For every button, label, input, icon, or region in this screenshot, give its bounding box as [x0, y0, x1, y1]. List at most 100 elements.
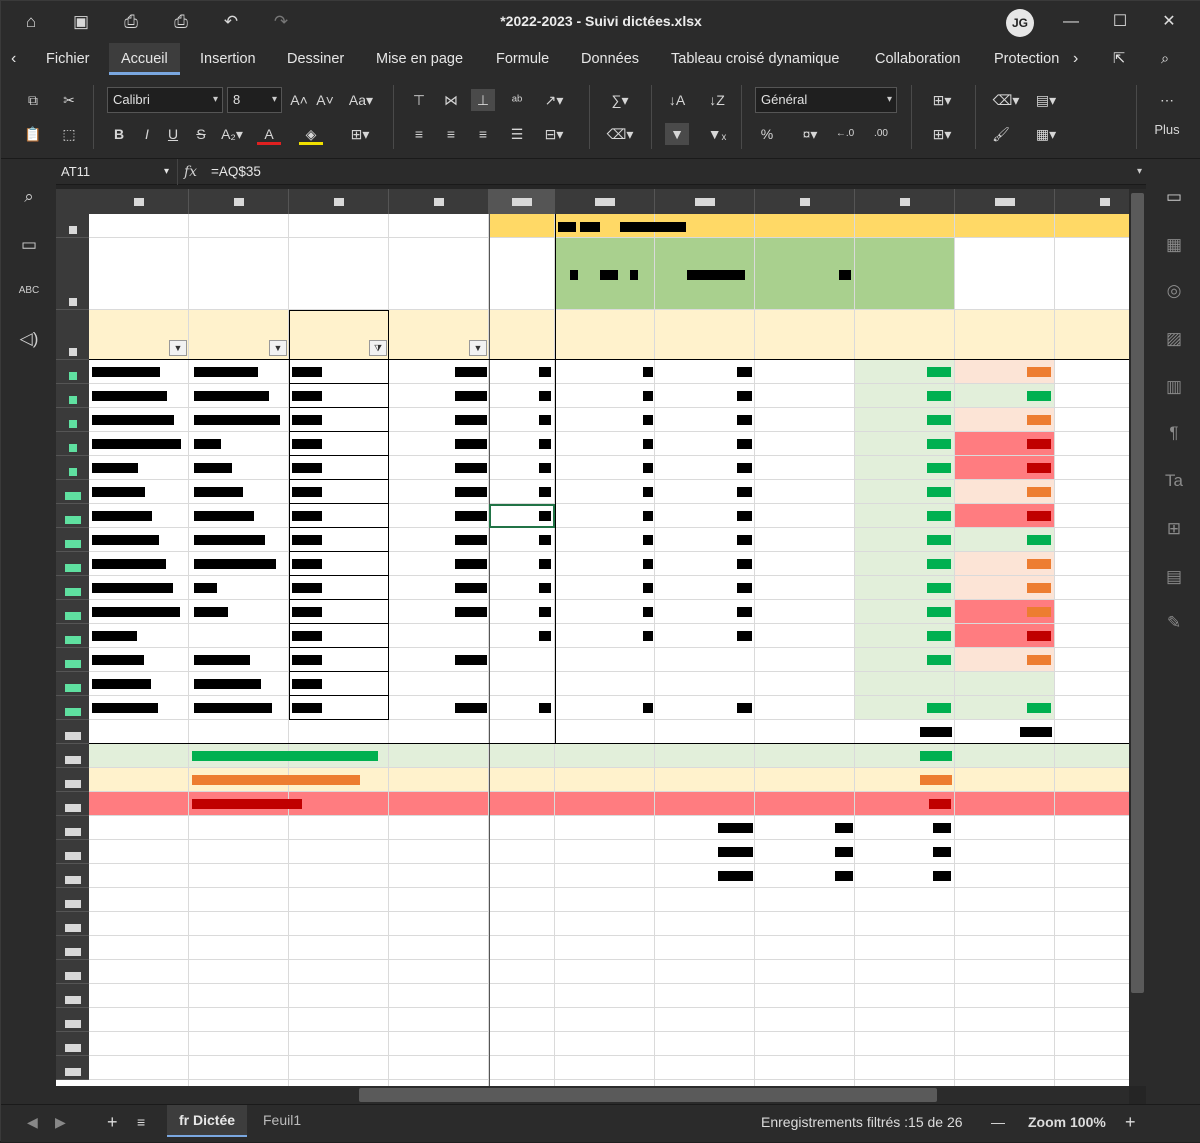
spreadsheet-grid[interactable]: ▼ ▼ ⧩ ▼: [56, 189, 1129, 1086]
chart-icon[interactable]: ▥: [1162, 375, 1186, 399]
search-icon[interactable]: ⌕: [1161, 43, 1169, 75]
font-size-select[interactable]: 8 ▾: [227, 87, 282, 113]
row-header[interactable]: [56, 672, 89, 696]
number-format-select[interactable]: Général ▾: [755, 87, 897, 113]
row-header[interactable]: [56, 744, 89, 768]
row-header[interactable]: [56, 624, 89, 648]
pivot-icon[interactable]: ⊞: [1162, 517, 1186, 541]
horizontal-scrollbar[interactable]: [56, 1086, 1129, 1104]
column-header[interactable]: [655, 189, 755, 214]
maximize-button[interactable]: ☐: [1105, 9, 1135, 35]
orientation-icon[interactable]: ↗▾: [537, 89, 571, 111]
cell-format-icon[interactable]: ▭: [1162, 185, 1186, 209]
sort-asc-icon[interactable]: ↓A: [665, 89, 689, 111]
filter-dropdown-button[interactable]: ▼: [269, 340, 287, 356]
row-header[interactable]: [56, 504, 89, 528]
column-header[interactable]: [955, 189, 1055, 214]
column-header[interactable]: [289, 189, 389, 214]
row-header[interactable]: [56, 214, 89, 238]
subscript-icon[interactable]: A₂▾: [217, 123, 247, 145]
filter-dropdown-button[interactable]: ▼: [469, 340, 487, 356]
row-header[interactable]: [56, 480, 89, 504]
row-header[interactable]: [56, 238, 89, 310]
filter-dropdown-button[interactable]: ⧩: [369, 340, 387, 356]
vertical-scrollbar[interactable]: [1129, 189, 1146, 1086]
menu-donnees[interactable]: Données: [581, 43, 639, 75]
delete-cells-icon[interactable]: ⊞▾: [925, 123, 959, 145]
autosum-icon[interactable]: ∑▾: [603, 89, 637, 111]
shapes-icon[interactable]: ◎: [1162, 279, 1186, 303]
justify-icon[interactable]: ☰: [505, 123, 529, 145]
name-box[interactable]: AT11 ▾: [56, 159, 178, 185]
menu-formule[interactable]: Formule: [496, 43, 549, 75]
change-case-icon[interactable]: Aa▾: [343, 89, 379, 111]
format-painter-icon[interactable]: 🖌: [989, 123, 1013, 145]
signature-icon[interactable]: ✎: [1162, 611, 1186, 635]
column-header[interactable]: [89, 189, 189, 214]
text-art-icon[interactable]: Ta: [1162, 469, 1186, 493]
column-header[interactable]: [489, 189, 555, 214]
column-header[interactable]: [855, 189, 955, 214]
menu-collaboration[interactable]: Collaboration: [875, 43, 960, 75]
align-top-icon[interactable]: ⊤: [407, 89, 431, 111]
avatar[interactable]: JG: [1006, 9, 1034, 37]
align-left-icon[interactable]: ≡: [407, 123, 431, 145]
sort-desc-icon[interactable]: ↓Z: [705, 89, 729, 111]
row-header[interactable]: [56, 720, 89, 744]
menu-mise-en-page[interactable]: Mise en page: [376, 43, 463, 75]
paragraph-icon[interactable]: ¶: [1162, 421, 1186, 445]
row-header[interactable]: [56, 1056, 89, 1080]
row-header[interactable]: [56, 432, 89, 456]
open-folder-icon[interactable]: ⇱: [1113, 43, 1125, 75]
paste-icon[interactable]: 📋: [21, 123, 45, 145]
row-header[interactable]: [56, 310, 89, 360]
search-icon[interactable]: ⌕: [17, 185, 41, 209]
align-center-icon[interactable]: ≡: [439, 123, 463, 145]
formula-input[interactable]: =AQ$35: [211, 159, 261, 185]
menu-dessiner[interactable]: Dessiner: [287, 43, 344, 75]
column-header[interactable]: [555, 189, 655, 214]
table-style-icon[interactable]: ▦▾: [1029, 123, 1063, 145]
font-name-select[interactable]: Calibri ▾: [107, 87, 223, 113]
tab-feuil1[interactable]: Feuil1: [251, 1105, 313, 1137]
column-header[interactable]: [1055, 189, 1129, 214]
italic-icon[interactable]: I: [135, 123, 159, 145]
tab-fr-dictee[interactable]: fr Dictée: [167, 1105, 248, 1137]
table-icon[interactable]: ▦: [1162, 233, 1186, 257]
shrink-font-icon[interactable]: A˅: [313, 89, 337, 111]
spellcheck-icon[interactable]: ABC: [17, 279, 41, 303]
row-header[interactable]: [56, 528, 89, 552]
align-bottom-icon[interactable]: ⊥: [471, 89, 495, 111]
align-middle-icon[interactable]: ⋈: [439, 89, 463, 111]
vscroll-thumb[interactable]: [1131, 193, 1144, 993]
wrap-text-icon[interactable]: ᵃᵇ: [505, 89, 529, 111]
row-header[interactable]: [56, 864, 89, 888]
row-header[interactable]: [56, 936, 89, 960]
more-icon[interactable]: ⋯: [1154, 89, 1180, 111]
fx-icon[interactable]: fx: [184, 159, 197, 185]
font-color-icon[interactable]: A: [257, 123, 281, 145]
select-icon[interactable]: ⬚: [57, 123, 81, 145]
column-header[interactable]: [755, 189, 855, 214]
zoom-out-button[interactable]: —: [991, 1105, 1005, 1143]
grow-font-icon[interactable]: A˄: [287, 89, 311, 111]
bold-icon[interactable]: B: [107, 123, 131, 145]
menu-protection[interactable]: Protection: [994, 43, 1059, 75]
strikethrough-icon[interactable]: S: [189, 123, 213, 145]
column-header[interactable]: [189, 189, 289, 214]
zoom-in-button[interactable]: +: [1125, 1105, 1136, 1143]
increase-decimal-icon[interactable]: .00: [869, 123, 893, 145]
align-right-icon[interactable]: ≡: [471, 123, 495, 145]
row-header[interactable]: [56, 960, 89, 984]
expand-formula-icon[interactable]: ▾: [1137, 159, 1142, 185]
scroll-thumb[interactable]: [359, 1088, 937, 1102]
read-aloud-icon[interactable]: ◁): [17, 327, 41, 351]
row-header[interactable]: [56, 768, 89, 792]
cut-icon[interactable]: ✂: [57, 89, 81, 111]
row-header[interactable]: [56, 648, 89, 672]
row-header[interactable]: [56, 360, 89, 384]
percent-icon[interactable]: %: [755, 123, 779, 145]
close-button[interactable]: ✕: [1154, 9, 1184, 35]
row-header[interactable]: [56, 696, 89, 720]
row-header[interactable]: [56, 816, 89, 840]
